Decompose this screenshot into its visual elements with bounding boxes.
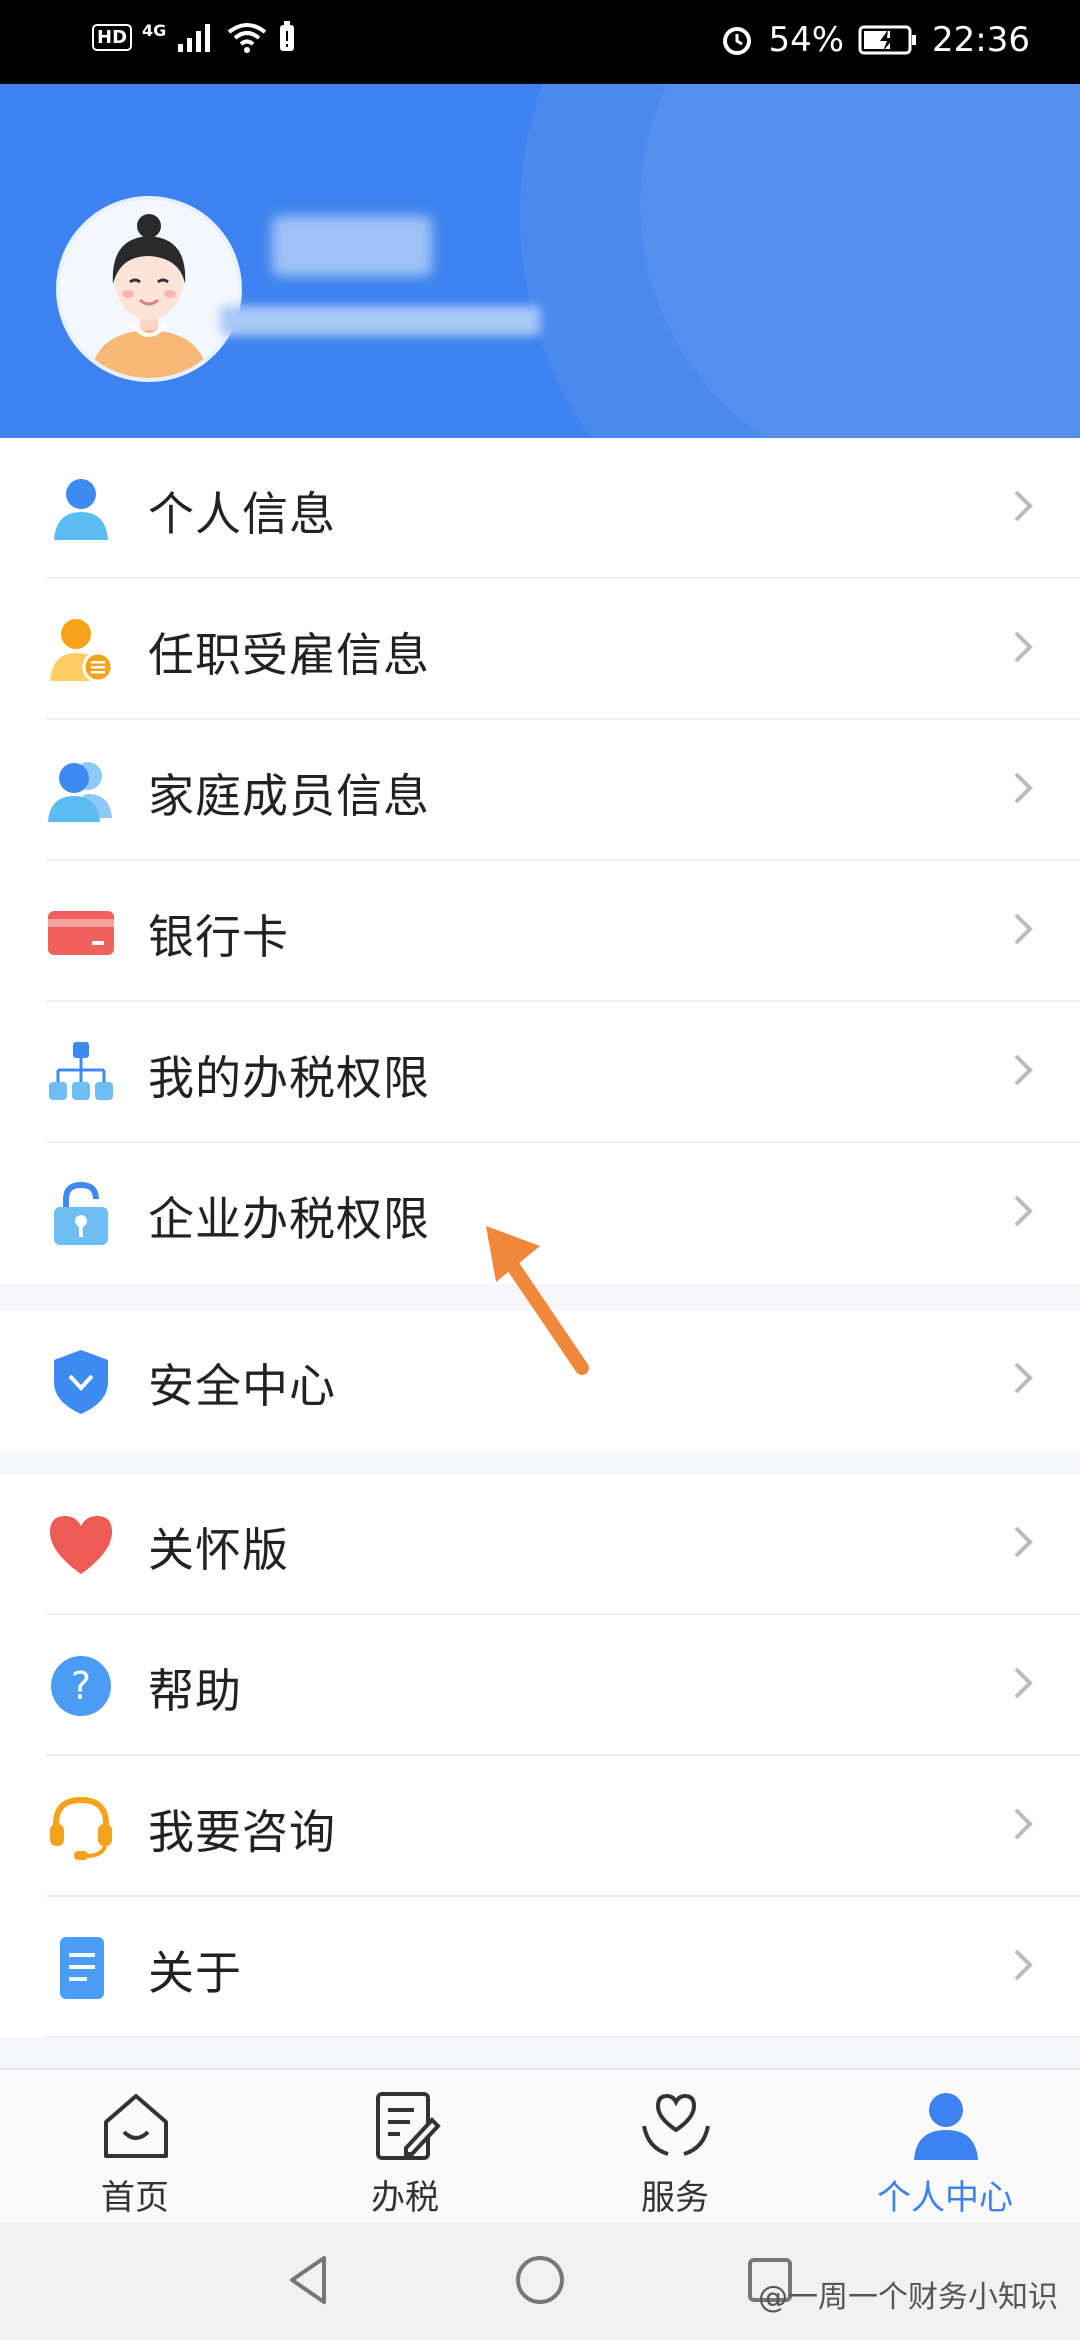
headset-icon — [50, 1796, 112, 1860]
chevron-right-icon — [1014, 1808, 1033, 1840]
menu-item-label: 帮助 — [148, 1664, 242, 1718]
unlock-icon — [54, 1181, 108, 1245]
menu-group-support: 关怀版 ? 帮助 我要咨询 关于 — [0, 1474, 1080, 2038]
profile-header — [0, 84, 1080, 438]
header-decoration — [640, 84, 1080, 438]
bank-card-icon — [48, 911, 114, 955]
person-icon — [54, 479, 108, 540]
tab-label: 服务 — [641, 2178, 709, 2218]
tab-service[interactable]: 服务 — [540, 2070, 810, 2224]
battery-percent: 54% — [768, 20, 845, 60]
bottom-tab-bar: 首页 办税 服务 个人中心 — [0, 2068, 1080, 2224]
chevron-right-icon — [1014, 1362, 1033, 1394]
home-icon — [104, 2094, 168, 2158]
menu-item-label: 企业办税权限 — [148, 1192, 430, 1246]
hd-indicator: HD — [92, 23, 133, 51]
status-bar: HD 4G 54% 22:36 — [0, 0, 1080, 84]
divider — [46, 2036, 1080, 2038]
menu-item-consult[interactable]: 我要咨询 — [0, 1756, 1080, 1897]
home-circle-icon[interactable] — [510, 2250, 570, 2310]
help-icon: ? — [51, 1656, 111, 1716]
menu-item-help[interactable]: ? 帮助 — [0, 1615, 1080, 1756]
network-type: 4G — [142, 20, 167, 40]
user-id-redacted — [220, 306, 540, 336]
document-icon — [60, 1937, 104, 1999]
tax-form-icon — [376, 2092, 441, 2160]
menu-item-label: 我的办税权限 — [148, 1051, 430, 1105]
chevron-right-icon — [1014, 490, 1033, 522]
menu-item-label: 安全中心 — [148, 1359, 336, 1413]
menu-item-label: 家庭成员信息 — [148, 769, 430, 823]
menu-item-label: 关于 — [148, 1946, 242, 2000]
family-icon — [48, 762, 112, 822]
tab-label: 个人中心 — [877, 2178, 1013, 2218]
tab-profile[interactable]: 个人中心 — [810, 2070, 1080, 2224]
service-heart-icon — [642, 2093, 710, 2156]
watermark: @一周一个财务小知识 — [758, 2280, 1058, 2315]
menu-item-label: 银行卡 — [148, 910, 289, 964]
chevron-right-icon — [1014, 1195, 1033, 1227]
employment-icon — [50, 619, 114, 683]
annotation-arrow-icon — [486, 1226, 589, 1375]
wifi-icon — [228, 23, 267, 53]
menu-item-family-info[interactable]: 家庭成员信息 — [0, 720, 1080, 861]
menu-item-my-tax-permission[interactable]: 我的办税权限 — [0, 1002, 1080, 1143]
menu-item-label: 任职受雇信息 — [148, 628, 430, 682]
tab-tax[interactable]: 办税 — [270, 2070, 540, 2224]
chevron-right-icon — [1014, 1667, 1033, 1699]
chevron-right-icon — [1014, 772, 1033, 804]
clock: 22:36 — [932, 20, 1030, 60]
menu-item-label: 个人信息 — [148, 487, 336, 541]
back-icon[interactable] — [280, 2250, 340, 2310]
tab-label: 办税 — [371, 2178, 439, 2218]
menu-group-info: 个人信息 任职受雇信息 家庭成员信息 银行卡 我的办税权限 企业办税权限 — [0, 438, 1080, 1284]
menu-item-employment-info[interactable]: 任职受雇信息 — [0, 579, 1080, 720]
battery-saver-icon — [280, 21, 295, 51]
menu-item-label: 我要咨询 — [148, 1805, 336, 1859]
avatar-woman-icon — [60, 200, 238, 378]
menu-item-label: 关怀版 — [148, 1523, 289, 1577]
user-name-redacted — [272, 216, 432, 276]
avatar[interactable] — [56, 196, 242, 382]
chevron-right-icon — [1014, 913, 1033, 945]
org-chart-icon — [49, 1042, 113, 1100]
chevron-right-icon — [1014, 631, 1033, 663]
alarm-icon — [723, 27, 752, 55]
menu-item-bank-card[interactable]: 银行卡 — [0, 861, 1080, 1002]
signal-icon — [178, 24, 211, 52]
shield-icon — [54, 1350, 108, 1414]
heart-icon — [50, 1516, 112, 1574]
chevron-right-icon — [1014, 1526, 1033, 1558]
chevron-right-icon — [1014, 1054, 1033, 1086]
menu-item-care-mode[interactable]: 关怀版 — [0, 1474, 1080, 1615]
svg-text:?: ? — [71, 1664, 91, 1708]
profile-icon — [914, 2093, 978, 2160]
tab-home[interactable]: 首页 — [0, 2070, 270, 2224]
chevron-right-icon — [1014, 1949, 1033, 1981]
battery-charging-icon — [858, 25, 917, 55]
tab-label: 首页 — [101, 2178, 169, 2218]
menu-item-about[interactable]: 关于 — [0, 1897, 1080, 2038]
menu-item-personal-info[interactable]: 个人信息 — [0, 438, 1080, 579]
